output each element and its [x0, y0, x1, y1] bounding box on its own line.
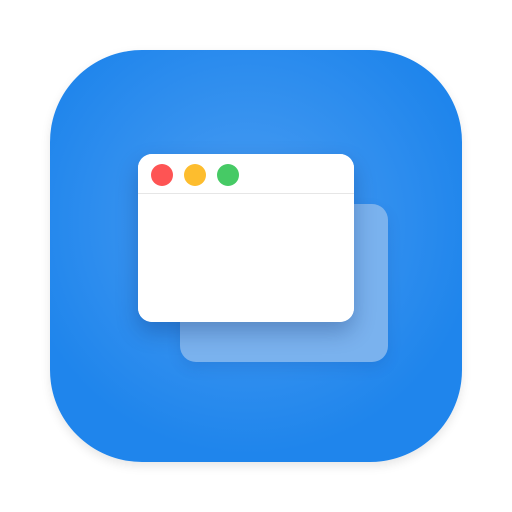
app-icon[interactable]: [50, 50, 462, 462]
front-window-icon: [138, 154, 354, 322]
canvas: [0, 0, 512, 512]
window-body: [138, 194, 354, 322]
zoom-dot-icon: [217, 164, 239, 186]
minimize-dot-icon: [184, 164, 206, 186]
close-dot-icon: [151, 164, 173, 186]
window-titlebar: [138, 154, 354, 194]
